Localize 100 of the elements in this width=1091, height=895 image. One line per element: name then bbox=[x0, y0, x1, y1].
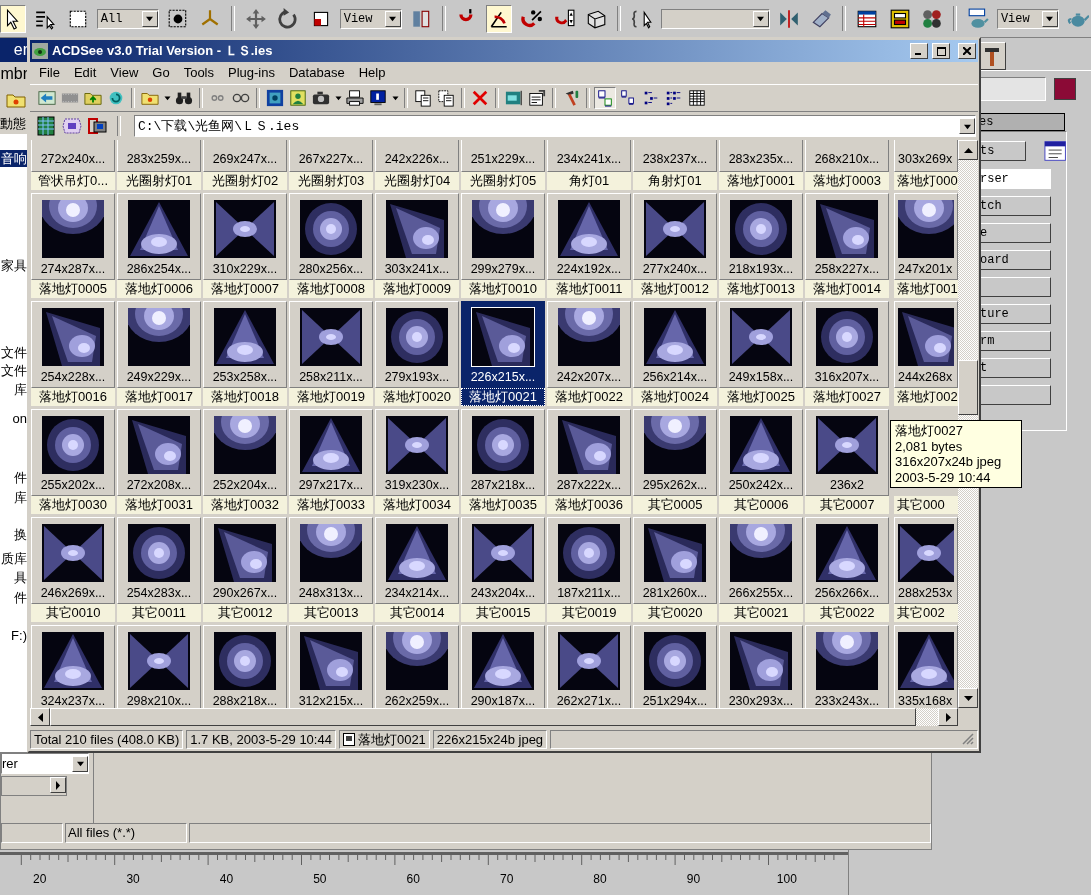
thumbnail-card[interactable]: 310x229x... bbox=[203, 193, 287, 280]
file-name[interactable]: 光圈射灯05 bbox=[461, 172, 545, 190]
thumbnail-card[interactable]: 256x266x... bbox=[805, 517, 889, 604]
thumbnail-card[interactable]: 242x207x... bbox=[547, 301, 631, 388]
file-name[interactable]: 落地灯0007 bbox=[203, 280, 287, 298]
file-name[interactable]: 落地灯001 bbox=[894, 280, 958, 298]
menu-item[interactable]: Tools bbox=[176, 63, 221, 83]
file-name[interactable]: 落地灯0010 bbox=[461, 280, 545, 298]
thumbnail-card[interactable]: 236x2 bbox=[805, 409, 889, 496]
file-name[interactable]: 光圈射灯03 bbox=[289, 172, 373, 190]
address-field[interactable]: C:\下载\光鱼网\ＬＳ.ies bbox=[134, 115, 976, 137]
thumbnail-card[interactable]: 246x269x... bbox=[31, 517, 115, 604]
thumbnail-card[interactable]: 298x210x... bbox=[117, 625, 201, 708]
thumbnail-card[interactable]: 272x208x... bbox=[117, 409, 201, 496]
name-field[interactable] bbox=[978, 77, 1046, 101]
thumbnail-card[interactable]: 262x271x... bbox=[547, 625, 631, 708]
file-name[interactable]: 角射灯01 bbox=[633, 172, 717, 190]
printer-icon[interactable] bbox=[346, 89, 364, 107]
menu-item[interactable]: File bbox=[32, 63, 67, 83]
file-name[interactable]: 落地灯0016 bbox=[31, 388, 115, 406]
thumbnail-card[interactable]: 288x253x bbox=[894, 517, 958, 604]
tree-item[interactable]: on bbox=[11, 410, 28, 427]
thumbnail-card[interactable]: 233x243x... bbox=[805, 625, 889, 708]
image-badge-icon[interactable] bbox=[62, 116, 82, 136]
file-name[interactable]: 其它0012 bbox=[203, 604, 287, 622]
thumbnail-card[interactable]: 274x287x... bbox=[31, 193, 115, 280]
panel-button[interactable]: oard bbox=[979, 250, 1051, 270]
thumbnail-card[interactable]: 319x230x... bbox=[375, 409, 459, 496]
thumbnail-card[interactable]: 303x241x... bbox=[375, 193, 459, 280]
file-name[interactable]: 落地灯0027 bbox=[805, 388, 889, 406]
picture-frame-icon[interactable] bbox=[266, 89, 284, 107]
person-picture-icon[interactable] bbox=[289, 89, 307, 107]
thumbnail-card[interactable]: 248x313x... bbox=[289, 517, 373, 604]
thumbnail-card[interactable]: 290x187x... bbox=[461, 625, 545, 708]
file-name[interactable]: 落地灯0014 bbox=[805, 280, 889, 298]
file-name[interactable]: 落地灯0025 bbox=[719, 388, 803, 406]
file-name[interactable]: 落地灯0017 bbox=[117, 388, 201, 406]
file-name[interactable]: 落地灯0030 bbox=[31, 496, 115, 514]
file-name[interactable]: 落地灯0021 bbox=[461, 388, 545, 406]
thumbnail-card[interactable]: 256x214x... bbox=[633, 301, 717, 388]
monitor-icon[interactable] bbox=[369, 89, 387, 107]
right-arrow-icon[interactable] bbox=[945, 712, 951, 722]
mirror-icon[interactable] bbox=[778, 7, 800, 30]
thumbnail-card[interactable]: 279x193x... bbox=[375, 301, 459, 388]
color-swatch[interactable] bbox=[1054, 78, 1076, 100]
panel-button[interactable]: t bbox=[979, 358, 1051, 378]
spreadsheet-icon[interactable] bbox=[36, 116, 56, 136]
close-button[interactable] bbox=[958, 43, 976, 59]
tree-item[interactable]: 文件 bbox=[0, 344, 28, 361]
menu-item[interactable]: View bbox=[103, 63, 146, 83]
panel-button[interactable]: ts bbox=[979, 141, 1026, 161]
copy-page-icon[interactable] bbox=[437, 89, 455, 107]
menu-item[interactable]: Go bbox=[145, 63, 177, 83]
caret-icon[interactable] bbox=[162, 95, 172, 101]
file-name[interactable]: 其它0014 bbox=[375, 604, 459, 622]
file-name[interactable]: 其它002 bbox=[894, 604, 958, 622]
caret-icon[interactable] bbox=[333, 95, 343, 101]
thumbnail-card[interactable]: 316x207x... bbox=[805, 301, 889, 388]
file-name[interactable]: 其它000 bbox=[894, 496, 958, 514]
panel-button[interactable]: tch bbox=[979, 196, 1051, 216]
file-name[interactable]: 落地灯002 bbox=[894, 388, 958, 406]
calendar-icon[interactable] bbox=[1043, 140, 1066, 162]
teapot-window-icon[interactable] bbox=[966, 7, 989, 30]
file-name[interactable]: 光圈射灯04 bbox=[375, 172, 459, 190]
rename-icon[interactable] bbox=[505, 89, 523, 107]
thumbnail-card[interactable]: 234x214x... bbox=[375, 517, 459, 604]
tree-item[interactable]: 库 bbox=[13, 489, 28, 506]
file-name[interactable]: 落地灯0022 bbox=[547, 388, 631, 406]
menu-item[interactable]: Database bbox=[282, 63, 352, 83]
file-name[interactable]: 落地灯0009 bbox=[375, 280, 459, 298]
thumbnail-card[interactable]: 266x255x... bbox=[719, 517, 803, 604]
small-icons-view-icon[interactable] bbox=[619, 89, 637, 107]
thumbnail-card[interactable]: 281x260x... bbox=[633, 517, 717, 604]
file-name[interactable]: 落地灯0031 bbox=[117, 496, 201, 514]
tree-item[interactable]: 具 bbox=[13, 569, 28, 586]
minimize-button[interactable] bbox=[910, 43, 928, 59]
tree-item[interactable]: 换 bbox=[13, 526, 28, 543]
file-name[interactable]: 落地灯0024 bbox=[633, 388, 717, 406]
thumbnail-card[interactable]: 244x268x bbox=[894, 301, 958, 388]
layout-window-icon[interactable] bbox=[888, 7, 911, 30]
file-name[interactable]: 其它0019 bbox=[547, 604, 631, 622]
tree-list-icon[interactable] bbox=[665, 89, 683, 107]
app-icon[interactable] bbox=[32, 43, 48, 59]
menu-item[interactable]: Edit bbox=[66, 63, 104, 83]
file-name[interactable]: 落地灯0011 bbox=[547, 280, 631, 298]
rotate-icon[interactable] bbox=[277, 7, 300, 30]
thumbnail-card[interactable]: 252x204x... bbox=[203, 409, 287, 496]
file-name[interactable]: 角灯01 bbox=[547, 172, 631, 190]
menu-item[interactable]: Help bbox=[351, 63, 393, 83]
thumbnail-card[interactable]: 187x211x... bbox=[547, 517, 631, 604]
thumbnail-card[interactable]: 253x258x... bbox=[203, 301, 287, 388]
file-name[interactable]: 其它0011 bbox=[117, 604, 201, 622]
file-name[interactable]: 落地灯0012 bbox=[633, 280, 717, 298]
left-arrow-icon[interactable] bbox=[37, 712, 43, 722]
camera-icon[interactable] bbox=[312, 89, 330, 107]
tree-item[interactable]: 文件 bbox=[0, 362, 28, 379]
thumbnail-card[interactable]: 243x204x... bbox=[461, 517, 545, 604]
file-name[interactable]: 落地灯000 bbox=[894, 172, 958, 190]
scrollbar-thumb[interactable] bbox=[958, 360, 978, 415]
file-name[interactable]: 落地灯0033 bbox=[289, 496, 373, 514]
